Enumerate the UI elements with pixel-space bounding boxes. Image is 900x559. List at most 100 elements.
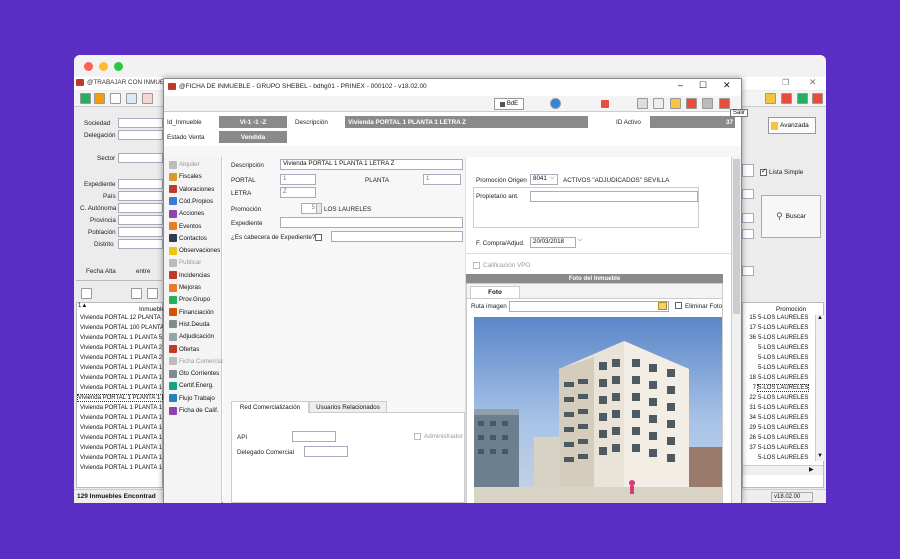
row-promocion[interactable]: 5-LOS LAURELES	[758, 345, 808, 351]
minimize-icon[interactable]: –	[678, 80, 683, 90]
nav-item-certif-energ[interactable]: Certif.Energ.	[169, 380, 214, 391]
row-promocion[interactable]: 5-LOS LAURELES	[758, 455, 808, 461]
row-promocion[interactable]: 5-LOS LAURELES	[758, 395, 808, 401]
c-autonoma-input[interactable]	[118, 203, 163, 213]
expediente-input-2[interactable]	[280, 217, 463, 228]
accept-icon-2[interactable]	[702, 98, 713, 109]
table-row[interactable]: Vivienda PORTAL 1 PLANTA 1 L	[80, 455, 167, 461]
pais-input[interactable]	[118, 191, 163, 201]
cabecera-input[interactable]	[331, 231, 463, 242]
ruta-input[interactable]	[509, 301, 669, 312]
nav-item-alquiler[interactable]: Alquiler	[169, 159, 200, 170]
api-input[interactable]	[292, 431, 336, 442]
table-row[interactable]: Vivienda PORTAL 1 PLANTA 1 L	[80, 445, 167, 451]
nav-item-contactos[interactable]: Contactos	[169, 233, 207, 244]
row-promocion[interactable]: 5-LOS LAURELES	[758, 425, 808, 431]
row-promocion[interactable]: 5-LOS LAURELES	[758, 365, 808, 371]
delete-icon[interactable]	[142, 93, 153, 104]
copy-icon[interactable]	[131, 288, 142, 299]
delegacion-input[interactable]	[118, 130, 163, 140]
row-number[interactable]: 26	[746, 435, 756, 441]
sort-icon[interactable]: 1▲	[78, 303, 87, 309]
nav-item-ficha-comercial[interactable]: Ficha Comercial	[169, 356, 224, 367]
row-number[interactable]: 22	[746, 395, 756, 401]
nav-item-observaciones[interactable]: Observaciones	[169, 245, 220, 256]
nav-item-acciones[interactable]: Acciones	[169, 208, 204, 219]
bde-button[interactable]: BdE	[494, 98, 524, 110]
list-icon[interactable]	[126, 93, 137, 104]
row-promocion[interactable]: 5-LOS LAURELES	[758, 355, 808, 361]
lista-simple-checkbox[interactable]: ✓	[760, 168, 767, 176]
table-row[interactable]: Vivienda PORTAL 1 PLANTA 2 L	[80, 355, 167, 361]
nav-item-incidencias[interactable]: Incidencias	[169, 270, 210, 281]
h-scrollbar[interactable]: ▶	[743, 465, 823, 475]
minimize-dot-icon[interactable]	[99, 62, 108, 71]
cancel-icon[interactable]	[812, 93, 823, 104]
nav-item-mejoras[interactable]: Mejoras	[169, 282, 201, 293]
row-promocion[interactable]: 5-LOS LAURELES	[758, 405, 808, 411]
table-row[interactable]: Vivienda PORTAL 12 PLANTA 1	[80, 315, 165, 321]
descripcion-input[interactable]: Vivienda PORTAL 1 PLANTA 1 LETRA Z	[280, 159, 463, 170]
nav-item-ficha-de-calif[interactable]: Ficha de Calif.	[169, 405, 219, 416]
nav-item-financiaci-n[interactable]: Financiación	[169, 307, 214, 318]
buscar-button[interactable]: ⚲ Buscar	[761, 195, 821, 238]
nav-item-fiscales[interactable]: Fiscales	[169, 171, 202, 182]
calificacion-checkbox[interactable]	[473, 262, 480, 269]
nav-item-valoraciones[interactable]: Valoraciones	[169, 184, 214, 195]
administrador-checkbox[interactable]	[414, 433, 421, 440]
add-icon[interactable]	[80, 93, 91, 104]
row-number[interactable]: 37	[746, 445, 756, 451]
document-icon[interactable]	[110, 93, 121, 104]
promocion-dropdown[interactable]	[316, 203, 322, 214]
salir-icon[interactable]	[719, 98, 730, 109]
scroll-right-icon[interactable]: ▶	[809, 466, 814, 473]
right-input-4[interactable]	[742, 266, 754, 276]
expediente-input[interactable]	[118, 179, 163, 189]
letra-input[interactable]: Z	[280, 187, 316, 198]
f-compra-input[interactable]: 20/03/2018	[530, 237, 576, 248]
preview-icon[interactable]	[653, 98, 664, 109]
flag-icon[interactable]	[601, 100, 609, 108]
table-row[interactable]: Vivienda PORTAL 1 PLANTA 1 L	[80, 425, 167, 431]
table-row[interactable]: Vivienda PORTAL 1 PLANTA 1 L	[80, 405, 167, 411]
list-scrollbar[interactable]: ▲ ▼	[815, 315, 824, 461]
nav-item-publicar[interactable]: Publicar	[169, 257, 201, 268]
restore-icon[interactable]: ❐	[782, 78, 789, 87]
nav-item-gto-corrientes[interactable]: Gto Corrientes	[169, 368, 219, 379]
table-row[interactable]: Vivienda PORTAL 1 PLANTA 2 L	[80, 345, 167, 351]
sociedad-input[interactable]	[118, 118, 163, 128]
avanzada-button[interactable]: Avanzada	[768, 117, 816, 134]
row-promocion[interactable]: 5-LOS LAURELES	[758, 435, 808, 441]
scroll-thumb[interactable]	[733, 159, 740, 314]
table-row[interactable]: Vivienda PORTAL 100 PLANTA	[80, 325, 164, 331]
row-number[interactable]: 34	[746, 415, 756, 421]
tab-foto[interactable]: Foto	[470, 286, 520, 298]
right-input-2[interactable]	[742, 213, 754, 223]
table-row[interactable]: Vivienda PORTAL 1 PLANTA 1 L	[80, 435, 167, 441]
table-row[interactable]: Vivienda PORTAL 1 PLANTA 1 L	[80, 415, 167, 421]
row-promocion[interactable]: 5-LOS LAURELES	[758, 335, 808, 341]
maximize-icon[interactable]: ☐	[699, 80, 707, 91]
folder-icon[interactable]	[658, 302, 667, 310]
nav-item-flujo-trabajo[interactable]: Flujo Trabajo	[169, 393, 215, 404]
row-promocion[interactable]: 5-LOS LAURELES	[758, 325, 808, 331]
row-promocion[interactable]: 5-LOS LAURELES	[758, 375, 808, 381]
row-number[interactable]: 29	[746, 425, 756, 431]
provincia-input[interactable]	[118, 215, 163, 225]
row-promocion[interactable]: 5-LOS LAURELES	[758, 445, 808, 451]
nav-item-c-d-propios[interactable]: Cód.Propios	[169, 196, 213, 207]
row-number[interactable]: 31	[746, 405, 756, 411]
row-number[interactable]: 18	[746, 375, 756, 381]
nav-item-hist-deuda[interactable]: Hist.Deuda	[169, 319, 210, 330]
right-input-3[interactable]	[742, 229, 754, 239]
table-row[interactable]: Vivienda PORTAL 1 PLANTA 1 L	[80, 465, 167, 471]
row-promocion[interactable]: 5-LOS LAURELES	[758, 415, 808, 421]
sector-input[interactable]	[118, 153, 163, 163]
row-number[interactable]: 36	[746, 335, 756, 341]
help-icon[interactable]	[781, 93, 792, 104]
distrito-input[interactable]	[118, 239, 163, 249]
poblacion-input[interactable]	[118, 227, 163, 237]
dropdown[interactable]	[742, 164, 754, 177]
tab-red-comercializacion[interactable]: Red Comercialización	[231, 401, 309, 413]
nav-item-eventos[interactable]: Eventos	[169, 221, 201, 232]
